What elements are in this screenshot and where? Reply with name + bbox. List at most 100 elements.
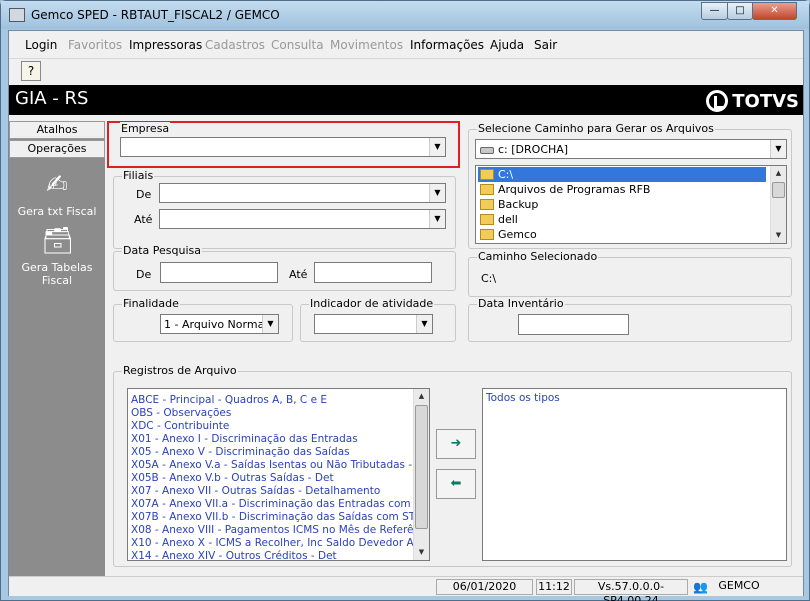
scroll-up-icon[interactable]: ▲ [771, 166, 786, 181]
status-time: 11:12 [536, 579, 572, 595]
list-item[interactable]: X05B - Anexo V.b - Outras Saídas - Det [131, 472, 334, 485]
directory-item[interactable]: Gemco [478, 227, 537, 242]
status-user: GEMCO [718, 579, 760, 592]
list-item[interactable]: X07 - Anexo VII - Outras Saídas - Detalh… [131, 485, 380, 498]
minimize-button[interactable]: — [701, 2, 728, 20]
registros-scrollbar[interactable]: ▲ ▼ [413, 389, 429, 560]
client-area: Login Favoritos Impressoras Cadastros Co… [8, 30, 804, 601]
chevron-down-icon[interactable]: ▼ [429, 184, 445, 202]
filiais-de-combo[interactable]: ▼ [159, 183, 446, 203]
nav-gera-tabelas-fiscal[interactable]: 🗃 Gera Tabelas Fiscal [9, 225, 105, 287]
list-item[interactable]: X08 - Anexo VIII - Pagamentos ICMS no Mê… [131, 524, 429, 537]
caminho-selecionado-label: Caminho Selecionado [477, 250, 599, 263]
window-title: Gemco SPED - RBTAUT_FISCAL2 / GEMCO [31, 8, 280, 22]
directory-list[interactable]: C:\ Arquivos de Programas RFB Backup del… [475, 165, 787, 244]
scroll-thumb[interactable] [415, 405, 428, 529]
app-window: Gemco SPED - RBTAUT_FISCAL2 / GEMCO — □ … [0, 0, 810, 601]
data-ate-label: Até [289, 268, 308, 281]
data-inventario-input[interactable] [518, 314, 629, 335]
menu-cadastros[interactable]: Cadastros [205, 38, 265, 52]
menu-login[interactable]: Login [25, 38, 57, 52]
list-item[interactable]: ABCE - Principal - Quadros A, B, C e E [131, 394, 327, 407]
empresa-combo[interactable]: ▼ [120, 137, 446, 157]
list-item[interactable]: X14 - Anexo XIV - Outros Créditos - Det [131, 550, 337, 560]
scroll-thumb[interactable] [772, 182, 785, 198]
chevron-down-icon[interactable]: ▼ [429, 138, 445, 156]
app-icon [9, 8, 25, 22]
status-date: 06/01/2020 [436, 579, 533, 595]
directory-name: Gemco [498, 228, 537, 241]
indicador-combo[interactable]: ▼ [314, 314, 433, 334]
remove-registro-button[interactable]: ⬅ [436, 469, 476, 499]
status-bar: 06/01/2020 11:12 Vs.57.0.0.0-SP4.00.24 👥… [9, 576, 803, 601]
list-item[interactable]: X10 - Anexo X - ICMS a Recolher, Inc Sal… [131, 537, 429, 550]
filiais-ate-label: Até [134, 213, 153, 226]
directory-item[interactable]: Backup [478, 197, 538, 212]
list-item[interactable]: Todos os tipos [486, 392, 560, 405]
chevron-down-icon[interactable]: ▼ [770, 140, 786, 158]
data-de-input[interactable] [160, 262, 278, 283]
menu-movimentos[interactable]: Movimentos [330, 38, 403, 52]
arrow-right-icon: ➜ [450, 436, 462, 451]
scroll-down-icon[interactable]: ▼ [414, 545, 429, 560]
directory-scrollbar[interactable]: ▲ ▼ [770, 166, 786, 243]
directory-item[interactable]: C:\ [478, 167, 766, 182]
scroll-up-icon[interactable]: ▲ [414, 389, 429, 404]
list-item[interactable]: X05 - Anexo V - Discriminação das Saídas [131, 446, 350, 459]
tab-atalhos[interactable]: Atalhos [9, 121, 105, 139]
drive-icon [480, 146, 494, 154]
data-ate-input[interactable] [314, 262, 432, 283]
data-de-label: De [136, 268, 152, 281]
totvs-logo-text: TOTVS [732, 90, 799, 112]
menu-consulta[interactable]: Consulta [271, 38, 324, 52]
menu-ajuda[interactable]: Ajuda [490, 38, 524, 52]
filiais-ate-combo[interactable]: ▼ [159, 209, 446, 229]
folder-icon [480, 199, 494, 210]
list-item[interactable]: X01 - Anexo I - Discriminação das Entrad… [131, 433, 358, 446]
group-data-inventario: Data Inventário [468, 297, 792, 342]
nav-gera-txt-fiscal[interactable]: ✍ Gera txt Fiscal [9, 169, 105, 218]
selected-registros-list[interactable]: Todos os tipos [482, 388, 787, 561]
registros-list[interactable]: ABCE - Principal - Quadros A, B, C e E O… [127, 388, 430, 561]
data-pesquisa-label: Data Pesquisa [122, 244, 202, 257]
maximize-button[interactable]: □ [727, 2, 753, 20]
caminho-selecionado-value: C:\ [481, 272, 497, 285]
left-panel: Atalhos Operações ✍ Gera txt Fiscal 🗃 Ge… [9, 121, 105, 577]
help-icon[interactable]: ? [21, 61, 41, 81]
chevron-down-icon[interactable]: ▼ [416, 315, 432, 333]
registros-label: Registros de Arquivo [122, 364, 238, 377]
group-caminho-selecionado: Caminho Selecionado [468, 250, 792, 297]
finalidade-combo[interactable]: 1 - Arquivo Normal ▼ [160, 314, 279, 334]
tab-operacoes[interactable]: Operações [9, 140, 105, 158]
directory-item[interactable]: dell [478, 212, 518, 227]
page-header: GIA - RS TOTVS [9, 85, 803, 115]
filiais-de-label: De [136, 188, 152, 201]
menu-bar: Login Favoritos Impressoras Cadastros Co… [9, 31, 803, 57]
chevron-down-icon[interactable]: ▼ [429, 210, 445, 228]
list-item[interactable]: X07A - Anexo VII.a - Discriminação das E… [131, 498, 427, 511]
scroll-down-icon[interactable]: ▼ [771, 228, 786, 243]
directory-item[interactable]: Arquivos de Programas RFB [478, 182, 650, 197]
drive-combo[interactable]: c: [DROCHA] ▼ [475, 139, 787, 159]
indicador-label: Indicador de atividade [309, 297, 435, 310]
drive-label: c: [DROCHA] [498, 143, 569, 156]
caminho-label: Selecione Caminho para Gerar os Arquivos [477, 122, 715, 135]
list-item[interactable]: XDC - Contribuinte [131, 420, 229, 433]
nav-gera-txt-fiscal-label: Gera txt Fiscal [17, 205, 97, 218]
list-item[interactable]: X05A - Anexo V.a - Saídas Isentas ou Não… [131, 459, 429, 472]
totvs-logo: TOTVS [706, 90, 799, 112]
menu-favoritos[interactable]: Favoritos [68, 38, 122, 52]
close-button[interactable]: ✕ [752, 2, 797, 20]
finalidade-label: Finalidade [122, 297, 180, 310]
menu-sair[interactable]: Sair [534, 38, 557, 52]
chevron-down-icon[interactable]: ▼ [262, 315, 278, 333]
list-item[interactable]: OBS - Observações [131, 407, 231, 420]
title-bar[interactable]: Gemco SPED - RBTAUT_FISCAL2 / GEMCO — □ … [1, 1, 809, 29]
add-registro-button[interactable]: ➜ [436, 429, 476, 459]
status-version: Vs.57.0.0.0-SP4.00.24 [574, 579, 688, 601]
directory-name: Backup [498, 198, 539, 211]
toolbar: ? [9, 58, 803, 84]
list-item[interactable]: X07B - Anexo VII.b - Discriminação das S… [131, 511, 415, 524]
menu-informacoes[interactable]: Informações [410, 38, 484, 52]
menu-impressoras[interactable]: Impressoras [129, 38, 202, 52]
